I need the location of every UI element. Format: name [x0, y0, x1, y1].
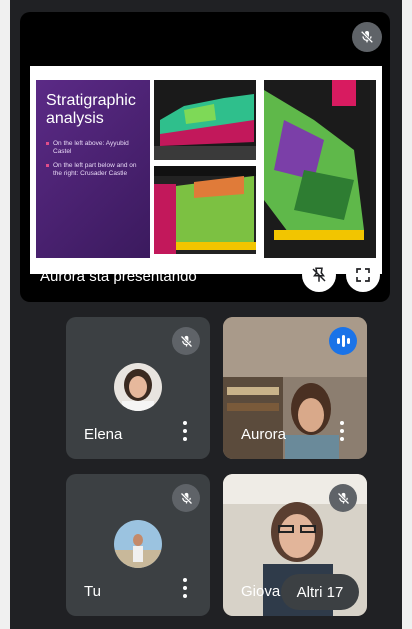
slide-bullets: On the left above: Ayyubid Castel On the… [46, 140, 142, 178]
mic-off-icon [172, 484, 200, 512]
more-options-button[interactable] [182, 578, 188, 598]
pin-off-icon [312, 267, 326, 282]
avatar [114, 363, 162, 411]
speaking-indicator-icon [329, 327, 357, 355]
slide-text-panel: Stratigraphic analysis On the left above… [36, 80, 150, 258]
castle-image-top [154, 80, 256, 160]
castle-image-bottom [154, 166, 256, 254]
unpin-button[interactable] [302, 258, 336, 292]
mic-off-icon [352, 22, 382, 52]
participant-name: Giova [241, 583, 281, 600]
slide-bullet: On the left above: Ayyubid Castel [46, 140, 142, 156]
right-border [402, 0, 412, 629]
fullscreen-icon [356, 268, 370, 282]
mic-off-icon [172, 327, 200, 355]
more-options-button[interactable] [182, 421, 188, 441]
presenter-label: Aurora sta presentando [40, 268, 197, 285]
participant-tile-elena[interactable]: Elena [66, 317, 210, 459]
shared-slide: Stratigraphic analysis On the left above… [30, 66, 382, 274]
participant-tile-aurora[interactable]: Aurora [223, 317, 367, 459]
slide-title: Stratigraphic analysis [46, 92, 136, 127]
castle-image-right [264, 80, 376, 258]
presentation-tile[interactable]: Stratigraphic analysis On the left above… [20, 12, 390, 302]
more-options-button[interactable] [339, 421, 345, 441]
fullscreen-button[interactable] [346, 258, 380, 292]
others-button[interactable]: Altri 17 [281, 574, 359, 610]
mic-off-icon [329, 484, 357, 512]
participant-name: Tu [84, 583, 101, 600]
participant-name: Elena [84, 426, 123, 443]
participant-tile-self[interactable]: Tu [66, 474, 210, 616]
slide-bullet: On the left part below and on the right:… [46, 162, 142, 178]
left-border [0, 0, 10, 629]
participant-name: Aurora [241, 426, 287, 443]
avatar [114, 520, 162, 568]
